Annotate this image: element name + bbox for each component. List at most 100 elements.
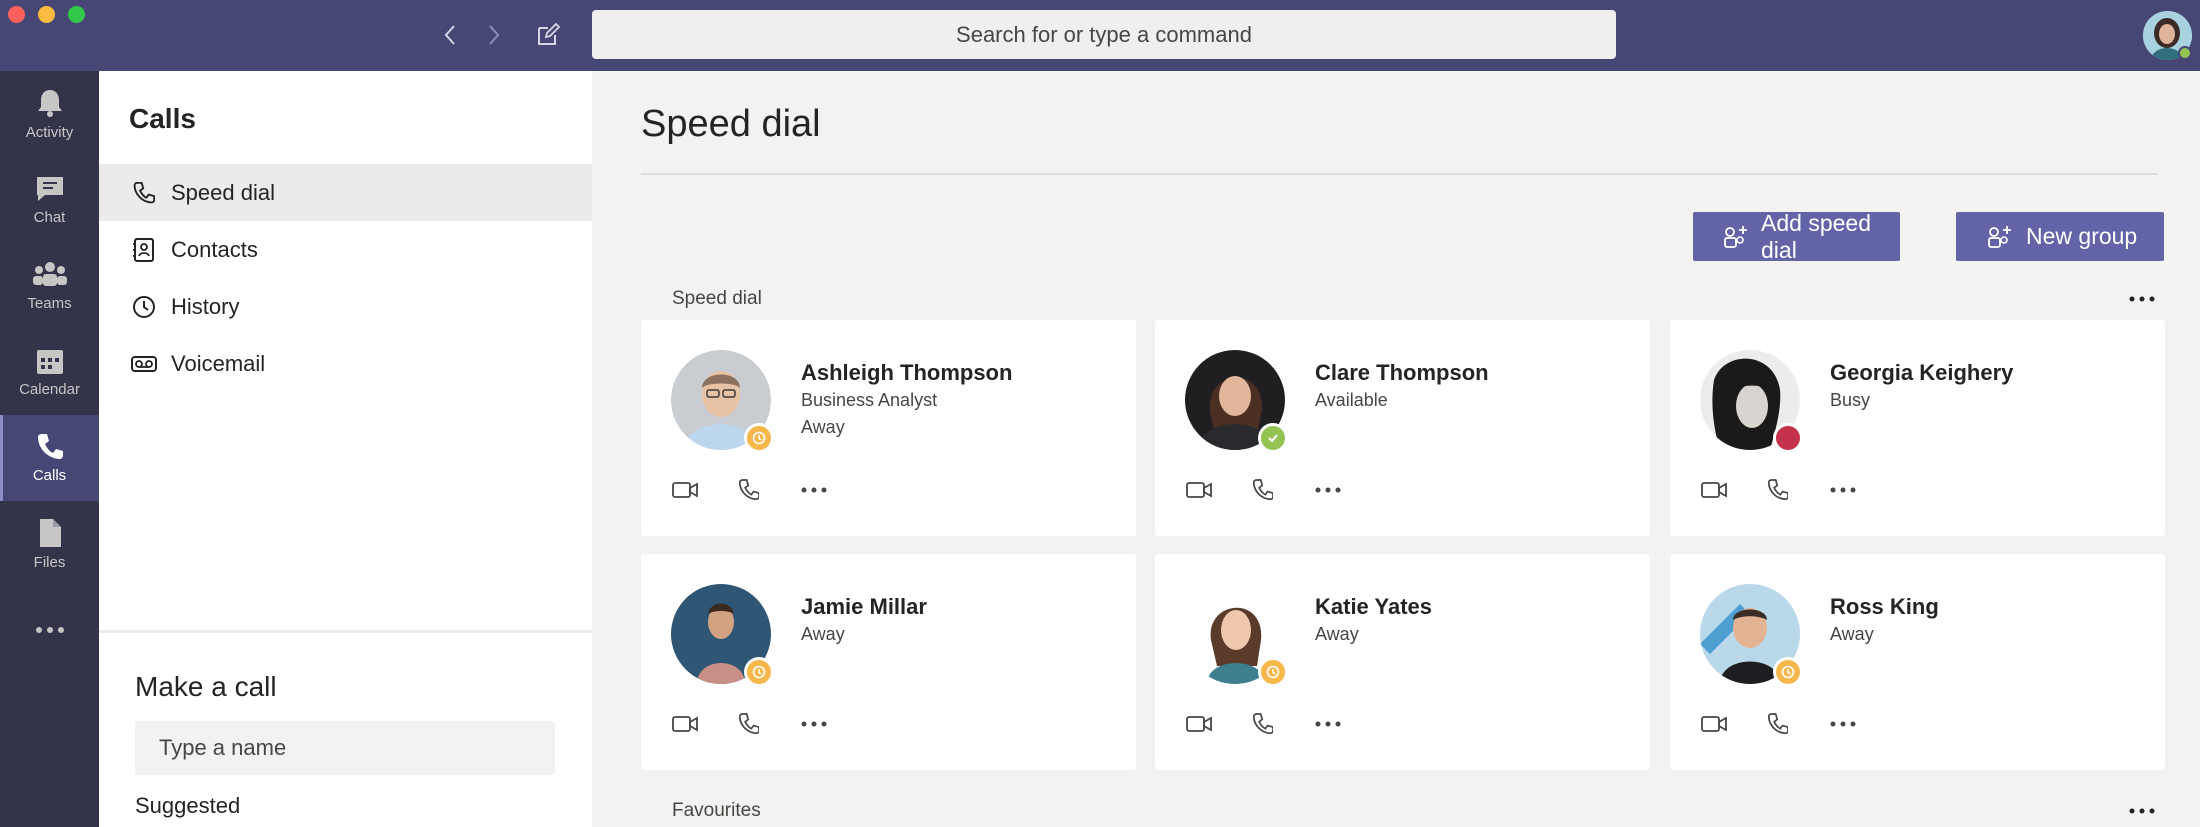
nav-item-label: History [171, 293, 240, 319]
contact-card[interactable]: Georgia Keighery Busy [1670, 320, 2165, 536]
rail-item-files[interactable]: Files [0, 501, 99, 587]
new-group-button[interactable]: New group [1956, 212, 2164, 261]
more-options-button[interactable] [1312, 708, 1344, 740]
divider [641, 173, 2158, 175]
contact-card[interactable]: Katie Yates Away [1155, 554, 1650, 770]
phone-icon [1253, 479, 1273, 501]
section-more-button[interactable] [2127, 801, 2157, 821]
phone-icon [739, 713, 759, 735]
window-zoom-button[interactable] [68, 6, 85, 23]
more-icon [801, 721, 827, 727]
contact-card[interactable]: Clare Thompson Available [1155, 320, 1650, 536]
audio-call-button[interactable] [1762, 708, 1794, 740]
video-call-button[interactable] [1698, 708, 1730, 740]
nav-item-history[interactable]: History [99, 278, 592, 335]
compose-icon [538, 23, 560, 45]
clock-icon [752, 431, 766, 445]
video-icon [672, 482, 698, 498]
nav-item-label: Speed dial [171, 179, 275, 205]
rail-label: Activity [25, 123, 74, 141]
section-label-favourites: Favourites [672, 800, 761, 821]
phone-icon [131, 180, 157, 206]
video-call-button[interactable] [669, 708, 701, 740]
audio-call-button[interactable] [1247, 474, 1279, 506]
audio-call-button[interactable] [733, 708, 765, 740]
more-icon [1830, 487, 1856, 493]
more-options-button[interactable] [798, 708, 830, 740]
rail-label: Teams [27, 294, 72, 312]
video-call-button[interactable] [1183, 708, 1215, 740]
rail-item-activity[interactable]: Activity [0, 71, 99, 157]
more-icon [35, 627, 64, 633]
more-options-button[interactable] [798, 474, 830, 506]
window-close-button[interactable] [8, 6, 25, 23]
contact-status: Available [1315, 390, 1388, 410]
rail-item-teams[interactable]: Teams [0, 243, 99, 329]
back-button[interactable] [435, 20, 465, 50]
phone-icon [1768, 479, 1788, 501]
video-call-button[interactable] [669, 474, 701, 506]
more-icon [801, 487, 827, 493]
presence-busy-badge [1773, 423, 1803, 453]
rail-item-calls[interactable]: Calls [0, 415, 99, 501]
contact-title: Business Analyst [801, 390, 938, 410]
presence-away-badge [744, 423, 774, 453]
search-box[interactable]: Search for or type a command [592, 10, 1616, 59]
nav-item-label: Contacts [171, 236, 258, 262]
suggested-label: Suggested [135, 793, 241, 818]
presence-away-badge [1773, 657, 1803, 687]
video-call-button[interactable] [1183, 474, 1215, 506]
app-rail: Activity Chat Teams Calendar Calls Files [0, 71, 99, 827]
rail-label: Files [33, 553, 66, 571]
more-options-button[interactable] [1827, 474, 1859, 506]
rail-item-more[interactable] [0, 587, 99, 673]
video-icon [672, 716, 698, 732]
contact-card[interactable]: Ashleigh Thompson Business Analyst Away [641, 320, 1136, 536]
nav-item-speed-dial[interactable]: Speed dial [99, 164, 592, 221]
presence-available-badge [2178, 46, 2192, 60]
more-options-button[interactable] [1827, 708, 1859, 740]
panel-title: Calls [129, 103, 196, 134]
contact-status: Away [801, 417, 845, 437]
more-options-button[interactable] [1312, 474, 1344, 506]
chat-icon [36, 176, 63, 201]
contact-name: Georgia Keighery [1830, 360, 2014, 385]
contact-status: Away [1830, 624, 1874, 644]
contact-card[interactable]: Jamie Millar Away [641, 554, 1136, 770]
profile-avatar[interactable] [2143, 11, 2192, 60]
audio-call-button[interactable] [1762, 474, 1794, 506]
page-title: Speed dial [641, 103, 821, 145]
rail-item-chat[interactable]: Chat [0, 157, 99, 243]
rail-label: Calendar [19, 380, 80, 398]
clock-icon [1266, 665, 1280, 679]
rail-label: Calls [32, 466, 67, 484]
file-icon [39, 518, 61, 547]
phone-icon [1253, 713, 1273, 735]
video-icon [1186, 716, 1212, 732]
section-more-button[interactable] [2127, 289, 2157, 309]
calls-panel: Calls Speed dial Contacts History Voicem… [99, 71, 592, 827]
presence-away-badge [744, 657, 774, 687]
nav-item-voicemail[interactable]: Voicemail [99, 335, 592, 392]
chevron-left-icon [444, 25, 455, 45]
contact-card-icon [131, 237, 157, 263]
main-content: Speed dial Add speed dial New group Spee… [592, 71, 2200, 827]
nav-item-contacts[interactable]: Contacts [99, 221, 592, 278]
video-call-button[interactable] [1698, 474, 1730, 506]
make-a-call-input[interactable] [135, 721, 555, 775]
contact-name: Ashleigh Thompson [801, 360, 1013, 385]
video-icon [1186, 482, 1212, 498]
rail-label: Chat [33, 208, 66, 226]
phone-icon [1768, 713, 1788, 735]
audio-call-button[interactable] [733, 474, 765, 506]
forward-button[interactable] [479, 20, 509, 50]
calendar-icon [36, 349, 63, 374]
new-chat-button[interactable] [533, 20, 563, 50]
rail-item-calendar[interactable]: Calendar [0, 329, 99, 415]
add-speed-dial-button[interactable]: Add speed dial [1693, 210, 1900, 263]
window-minimize-button[interactable] [38, 6, 55, 23]
contact-card[interactable]: Ross King Away [1670, 554, 2165, 770]
voicemail-icon [131, 351, 157, 377]
bell-icon [37, 89, 62, 117]
audio-call-button[interactable] [1247, 708, 1279, 740]
